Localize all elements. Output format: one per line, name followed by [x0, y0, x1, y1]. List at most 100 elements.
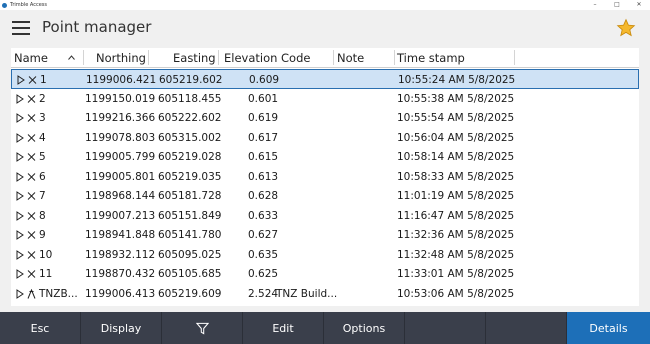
- column-separator: [394, 50, 395, 65]
- table-row[interactable]: 8 1199007.213 605151.849 0.633 11:16:47 AM 5…: [11, 206, 639, 226]
- point-elevation: 0.628: [248, 190, 279, 202]
- point-elevation: 0.625: [248, 268, 279, 280]
- point-time-stamp: 11:01:19 AM 5/8/2025: [397, 190, 515, 202]
- point-easting: 605095.025: [158, 248, 222, 261]
- window-title: Trimble Access: [10, 2, 47, 8]
- point-northing: 1199216.366: [85, 112, 156, 124]
- column-header-northing[interactable]: Northing: [96, 51, 146, 65]
- table-row[interactable]: TNZB... 1199006.413 605219.609 2.524 TNZ Bui…: [11, 284, 639, 304]
- column-header-easting[interactable]: Easting: [173, 51, 216, 65]
- point-name: 4: [39, 131, 46, 144]
- filter-button[interactable]: [162, 312, 243, 344]
- app-icon: [2, 2, 7, 8]
- point-northing: 1199150.019: [85, 92, 156, 105]
- close-button[interactable]: ✕: [628, 0, 650, 10]
- cross-icon: [28, 76, 37, 84]
- table-row[interactable]: 10 1198932.112 605095.025 0.635 11:32:48 AM …: [11, 245, 639, 265]
- point-name: 2: [39, 92, 46, 105]
- point-name: 8: [39, 209, 46, 222]
- point-easting: 605315.002: [158, 131, 222, 144]
- cross-icon: [27, 231, 36, 239]
- point-easting: 605105.685: [158, 268, 222, 280]
- point-code: TNZ Build...: [276, 287, 338, 300]
- column-separator: [333, 50, 334, 65]
- point-elevation: 0.601: [248, 92, 279, 105]
- table-row[interactable]: 7 1198968.144 605181.728 0.628 11:01:19 AM 5…: [11, 186, 639, 206]
- expand-icon[interactable]: [16, 288, 24, 299]
- point-name: TNZB...: [39, 287, 78, 300]
- toolbar-empty-slot[interactable]: [405, 312, 486, 344]
- point-time-stamp: 11:16:47 AM 5/8/2025: [397, 209, 515, 222]
- header-divider: [11, 67, 639, 68]
- hamburger-icon[interactable]: [12, 21, 30, 35]
- column-header-time-stamp[interactable]: Time stamp: [397, 51, 465, 65]
- esc-button[interactable]: Esc: [0, 312, 81, 344]
- point-northing: 1199006.413: [85, 287, 156, 300]
- table-row[interactable]: 9 1198941.848 605141.780 0.627 11:32:36 AM 5…: [11, 225, 639, 245]
- expand-icon[interactable]: [16, 249, 24, 260]
- cross-icon: [27, 94, 36, 103]
- point-time-stamp: 10:56:04 AM 5/8/2025: [397, 131, 515, 144]
- display-button[interactable]: Display: [81, 312, 162, 344]
- cross-icon: [27, 211, 36, 220]
- point-time-stamp: 10:55:38 AM 5/8/2025: [397, 92, 515, 105]
- point-easting: 605181.728: [158, 190, 222, 202]
- point-name: 10: [39, 248, 53, 261]
- cross-icon: [27, 133, 36, 142]
- point-time-stamp: 10:58:14 AM 5/8/2025: [397, 151, 515, 163]
- minimize-button[interactable]: –: [584, 0, 606, 10]
- point-easting: 605219.035: [158, 170, 222, 183]
- table-row[interactable]: 4 1199078.803 605315.002 0.617 10:56:04 AM 5…: [11, 128, 639, 148]
- point-time-stamp: 11:32:36 AM 5/8/2025: [397, 229, 515, 241]
- expand-icon[interactable]: [16, 152, 24, 162]
- point-name: 1: [40, 74, 47, 86]
- expand-icon[interactable]: [16, 269, 24, 279]
- options-button[interactable]: Options: [324, 312, 405, 344]
- point-elevation: 0.615: [248, 151, 279, 163]
- cross-icon: [27, 153, 36, 161]
- point-name: 6: [39, 170, 46, 183]
- expand-icon[interactable]: [16, 171, 24, 182]
- point-easting: 605219.028: [158, 151, 222, 163]
- expand-icon[interactable]: [16, 113, 24, 123]
- point-elevation: 0.635: [248, 248, 279, 261]
- table-row[interactable]: 6 1199005.801 605219.035 0.613 10:58:33 AM 5…: [11, 167, 639, 187]
- column-header-code[interactable]: Code: [281, 51, 310, 65]
- table-row[interactable]: 1 1199006.421 605219.602 0.609 10:55:24 AM 5…: [11, 69, 639, 89]
- table-row[interactable]: 11 1198870.432 605105.685 0.625 11:33:01 AM …: [11, 264, 639, 284]
- expand-icon[interactable]: [16, 210, 24, 221]
- expand-icon[interactable]: [16, 191, 24, 201]
- station-icon: [27, 288, 36, 299]
- point-time-stamp: 11:32:48 AM 5/8/2025: [397, 248, 515, 261]
- edit-button[interactable]: Edit: [243, 312, 324, 344]
- point-northing: 1199007.213: [85, 209, 156, 222]
- point-northing: 1198870.432: [85, 268, 156, 280]
- table-row[interactable]: 3 1199216.366 605222.602 0.619 10:55:54 AM 5…: [11, 108, 639, 128]
- point-northing: 1198968.144: [85, 190, 156, 202]
- column-separator: [83, 50, 84, 65]
- star-icon[interactable]: [616, 18, 636, 38]
- table-row[interactable]: 5 1199005.799 605219.028 0.615 10:58:14 AM 5…: [11, 147, 639, 167]
- column-header-name[interactable]: Name: [14, 51, 48, 65]
- cross-icon: [27, 192, 36, 200]
- table-row[interactable]: 2 1199150.019 605118.455 0.601 10:55:38 AM 5…: [11, 89, 639, 109]
- point-name: 5: [39, 151, 46, 163]
- point-name: 9: [39, 229, 46, 241]
- expand-icon[interactable]: [16, 230, 24, 240]
- point-elevation: 0.617: [248, 131, 279, 144]
- column-header-elevation[interactable]: Elevation: [224, 51, 277, 65]
- cross-icon: [27, 172, 36, 181]
- expand-icon[interactable]: [17, 75, 25, 85]
- point-time-stamp: 10:55:54 AM 5/8/2025: [397, 112, 515, 124]
- maximize-button[interactable]: □: [606, 0, 628, 10]
- expand-icon[interactable]: [16, 93, 24, 104]
- page-title: Point manager: [42, 18, 152, 36]
- point-easting: 605219.609: [158, 287, 222, 300]
- point-northing: 1199005.799: [85, 151, 156, 163]
- toolbar-empty-slot[interactable]: [486, 312, 567, 344]
- column-header-note[interactable]: Note: [337, 51, 364, 65]
- column-separator: [514, 50, 515, 65]
- expand-icon[interactable]: [16, 132, 24, 143]
- point-name: 3: [39, 112, 46, 124]
- details-button[interactable]: Details: [567, 312, 650, 344]
